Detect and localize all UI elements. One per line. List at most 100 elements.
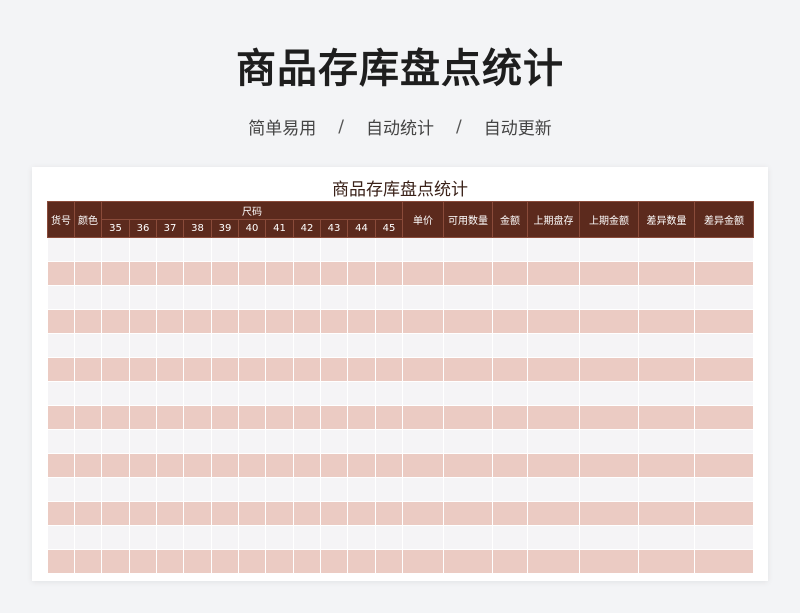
table-cell[interactable]	[492, 261, 528, 286]
table-cell[interactable]	[579, 237, 639, 262]
table-cell[interactable]	[238, 261, 266, 286]
table-cell[interactable]	[402, 477, 444, 502]
table-cell[interactable]	[402, 381, 444, 406]
table-cell[interactable]	[238, 237, 266, 262]
table-cell[interactable]	[527, 477, 580, 502]
table-cell[interactable]	[347, 453, 376, 478]
table-cell[interactable]	[694, 477, 754, 502]
table-cell[interactable]	[183, 261, 212, 286]
table-cell[interactable]	[347, 309, 376, 334]
table-cell[interactable]	[579, 429, 639, 454]
table-cell[interactable]	[74, 501, 102, 526]
table-cell[interactable]	[694, 261, 754, 286]
table-cell[interactable]	[402, 429, 444, 454]
table-cell[interactable]	[320, 261, 348, 286]
table-cell[interactable]	[238, 309, 266, 334]
table-cell[interactable]	[320, 501, 348, 526]
table-cell[interactable]	[443, 381, 493, 406]
table-cell[interactable]	[694, 357, 754, 382]
table-cell[interactable]	[347, 501, 376, 526]
table-cell[interactable]	[293, 525, 321, 550]
table-cell[interactable]	[347, 285, 376, 310]
table-cell[interactable]	[527, 549, 580, 574]
table-cell[interactable]	[492, 405, 528, 430]
table-cell[interactable]	[101, 357, 130, 382]
table-cell[interactable]	[156, 357, 184, 382]
table-cell[interactable]	[74, 429, 102, 454]
table-cell[interactable]	[527, 309, 580, 334]
table-cell[interactable]	[129, 525, 157, 550]
table-cell[interactable]	[694, 525, 754, 550]
table-cell[interactable]	[638, 261, 695, 286]
table-cell[interactable]	[320, 525, 348, 550]
table-cell[interactable]	[47, 453, 75, 478]
table-cell[interactable]	[265, 477, 294, 502]
table-cell[interactable]	[183, 525, 212, 550]
table-cell[interactable]	[402, 549, 444, 574]
table-cell[interactable]	[183, 549, 212, 574]
table-cell[interactable]	[183, 333, 212, 358]
table-cell[interactable]	[293, 429, 321, 454]
table-cell[interactable]	[238, 285, 266, 310]
table-cell[interactable]	[527, 381, 580, 406]
table-cell[interactable]	[74, 237, 102, 262]
table-cell[interactable]	[402, 309, 444, 334]
table-cell[interactable]	[265, 525, 294, 550]
table-cell[interactable]	[265, 237, 294, 262]
table-cell[interactable]	[129, 405, 157, 430]
table-cell[interactable]	[638, 429, 695, 454]
table-cell[interactable]	[347, 429, 376, 454]
table-cell[interactable]	[443, 285, 493, 310]
table-cell[interactable]	[129, 285, 157, 310]
table-cell[interactable]	[74, 405, 102, 430]
table-cell[interactable]	[527, 525, 580, 550]
table-cell[interactable]	[156, 429, 184, 454]
table-cell[interactable]	[347, 477, 376, 502]
table-cell[interactable]	[492, 237, 528, 262]
table-cell[interactable]	[402, 285, 444, 310]
table-cell[interactable]	[402, 501, 444, 526]
table-cell[interactable]	[443, 429, 493, 454]
table-cell[interactable]	[443, 357, 493, 382]
table-cell[interactable]	[183, 429, 212, 454]
table-cell[interactable]	[238, 453, 266, 478]
table-cell[interactable]	[183, 357, 212, 382]
table-cell[interactable]	[320, 357, 348, 382]
table-cell[interactable]	[694, 405, 754, 430]
table-cell[interactable]	[492, 357, 528, 382]
table-cell[interactable]	[320, 381, 348, 406]
table-cell[interactable]	[375, 477, 403, 502]
table-cell[interactable]	[211, 237, 239, 262]
table-cell[interactable]	[375, 309, 403, 334]
table-cell[interactable]	[265, 501, 294, 526]
table-cell[interactable]	[74, 261, 102, 286]
table-cell[interactable]	[638, 501, 695, 526]
table-cell[interactable]	[347, 381, 376, 406]
table-cell[interactable]	[579, 261, 639, 286]
table-cell[interactable]	[527, 405, 580, 430]
table-cell[interactable]	[293, 477, 321, 502]
table-cell[interactable]	[347, 525, 376, 550]
table-cell[interactable]	[265, 381, 294, 406]
table-cell[interactable]	[211, 429, 239, 454]
table-cell[interactable]	[238, 429, 266, 454]
table-cell[interactable]	[320, 549, 348, 574]
table-cell[interactable]	[101, 405, 130, 430]
table-cell[interactable]	[265, 261, 294, 286]
table-cell[interactable]	[579, 381, 639, 406]
table-cell[interactable]	[211, 333, 239, 358]
table-cell[interactable]	[579, 333, 639, 358]
table-cell[interactable]	[638, 333, 695, 358]
table-cell[interactable]	[183, 237, 212, 262]
table-cell[interactable]	[293, 285, 321, 310]
table-cell[interactable]	[47, 429, 75, 454]
table-cell[interactable]	[375, 333, 403, 358]
table-cell[interactable]	[47, 501, 75, 526]
table-cell[interactable]	[156, 405, 184, 430]
table-cell[interactable]	[129, 453, 157, 478]
table-cell[interactable]	[47, 237, 75, 262]
table-cell[interactable]	[638, 285, 695, 310]
table-cell[interactable]	[638, 309, 695, 334]
table-cell[interactable]	[320, 237, 348, 262]
table-cell[interactable]	[579, 357, 639, 382]
